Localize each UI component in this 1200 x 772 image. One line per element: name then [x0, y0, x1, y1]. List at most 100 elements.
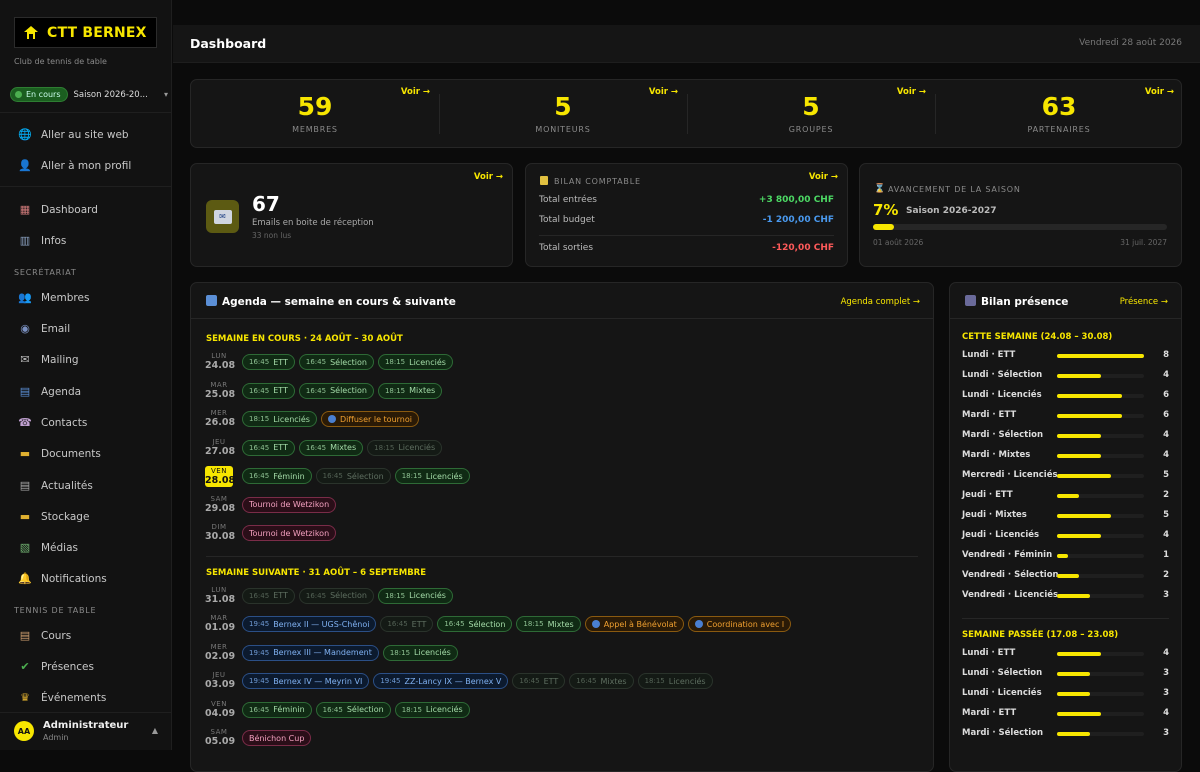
agenda-event-chip[interactable]: Appel à Bénévolat — [584, 616, 684, 632]
day-name: MAR — [210, 614, 228, 622]
day-date: 31.08 — [205, 593, 236, 605]
agenda-event-chip[interactable]: 16:45 Sélection — [437, 616, 513, 632]
sidebar-item-dashboard[interactable]: ▦ Dashboard — [0, 194, 172, 225]
day-name: SAM — [210, 494, 228, 503]
sidebar-item-notifications[interactable]: 🔔 Notifications — [0, 563, 172, 594]
sidebar-item-label: Aller à mon profil — [41, 159, 132, 172]
sidebar-item-membres[interactable]: 👥 Membres — [0, 282, 172, 313]
stat-label: PARTENAIRES — [1027, 125, 1091, 134]
event-label: ETT — [273, 591, 288, 600]
agenda-event-chip[interactable]: 16:45 Sélection — [298, 587, 374, 604]
presence-link[interactable]: Présence → — [1120, 297, 1168, 307]
agenda-event-chip[interactable]: 16:45 ETT — [242, 439, 295, 456]
agenda-event-chip[interactable]: Tournoi de Wetzikon — [242, 525, 337, 541]
agenda-event-chip[interactable]: 16:45 ETT — [242, 382, 295, 399]
stat-view-link[interactable]: Voir → — [649, 87, 678, 97]
agenda-event-chip[interactable]: 16:45 Féminin — [242, 468, 312, 484]
bell-icon: 🔔 — [18, 572, 32, 585]
agenda-event-chip[interactable]: 18:15 Licenciés — [637, 673, 713, 689]
agenda-event-chip[interactable]: 19:45 Bernex II — UGS-Chênoi — [242, 616, 377, 632]
agenda-event-chip[interactable]: 16:45 ETT — [380, 616, 434, 632]
sidebar-item-stockage[interactable]: ▬ Stockage — [0, 501, 172, 532]
sidebar-item-medias[interactable]: ▧ Médias — [0, 532, 172, 563]
sidebar-item-contacts[interactable]: ☎ Contacts — [0, 407, 172, 438]
stat-view-link[interactable]: Voir → — [897, 87, 926, 97]
sidebar-item-agenda[interactable]: ▤ Agenda — [0, 376, 172, 407]
presence-row: Vendredi · Sélection 2 — [962, 570, 1169, 584]
agenda-event-chip[interactable]: 16:45 Mixtes — [298, 439, 364, 456]
presence-count: 4 — [1163, 370, 1169, 380]
agenda-event-chip[interactable]: 19:45 Bernex IV — Meyrin VI — [242, 673, 370, 689]
agenda-event-chip[interactable]: 19:45 Bernex III — Mandement — [242, 644, 379, 661]
presence-row: Mercredi · Licenciés 5 — [962, 470, 1169, 484]
progress-percent: 7% — [873, 201, 899, 219]
sidebar-item-presences[interactable]: ✔ Présences — [0, 651, 172, 682]
event-time: 19:45 — [249, 677, 270, 685]
agenda-event-chip[interactable]: 19:45 ZZ-Lancy IX — Bernex V — [373, 673, 509, 689]
agenda-event-chip[interactable]: Coordination avec l — [687, 616, 792, 632]
clipboard-icon: ▤ — [19, 629, 31, 642]
agenda-event-chip[interactable]: 18:15 Licenciés — [377, 587, 453, 604]
sidebar-item-cours[interactable]: ▤ Cours — [0, 620, 172, 651]
agenda-event-chip[interactable]: 16:45 Mixtes — [569, 673, 634, 689]
agenda-event-chip[interactable]: Tournoi de Wetzikon — [242, 496, 337, 513]
presence-row-label: Mardi · Sélection — [962, 430, 1044, 440]
agenda-day-events: 16:45 Féminin 16:45 Sélection 18:15 Licenciés — [242, 468, 470, 484]
accounting-view-link[interactable]: Voir → — [809, 172, 838, 182]
agenda-event-chip[interactable]: 16:45 ETT — [512, 673, 566, 689]
stat-view-link[interactable]: Voir → — [1145, 87, 1174, 97]
sidebar-item-mailing[interactable]: ✉ Mailing — [0, 344, 172, 375]
agenda-event-chip[interactable]: 16:45 Sélection — [298, 382, 374, 399]
agenda-event-chip[interactable]: 16:45 Sélection — [315, 701, 391, 718]
user-menu[interactable]: AA Administrateur Admin ▲ — [0, 712, 172, 750]
presence-count: 3 — [1163, 668, 1169, 678]
sidebar-item-email[interactable]: ◉ Email — [0, 313, 172, 344]
agenda-event-chip[interactable]: 18:15 Licenciés — [367, 439, 443, 456]
sidebar-item-infos[interactable]: ▥ Infos — [0, 225, 172, 256]
sidebar-item-evenements[interactable]: ♛ Événements — [0, 682, 172, 713]
agenda-event-chip[interactable]: 18:15 Licenciés — [394, 701, 470, 718]
agenda-event-chip[interactable]: 18:15 Mixtes — [377, 382, 443, 399]
agenda-event-chip[interactable]: 16:45 Féminin — [242, 701, 312, 718]
sidebar-item-aller-a-mon-profil[interactable]: 👤 Aller à mon profil — [0, 150, 172, 181]
stat-view-link[interactable]: Voir → — [401, 87, 430, 97]
presence-count: 3 — [1163, 590, 1169, 600]
sidebar-item-actualites[interactable]: ▤ Actualités — [0, 470, 172, 501]
agenda-event-chip[interactable]: 16:45 ETT — [242, 354, 295, 370]
agenda-event-chip[interactable]: Bénichon Cup — [242, 730, 312, 746]
agenda-event-chip[interactable]: 18:15 Licenciés — [382, 644, 458, 661]
sidebar-item-documents[interactable]: ▬ Documents — [0, 438, 172, 469]
agenda-event-chip[interactable]: 16:45 ETT — [242, 587, 295, 604]
presence-bar — [1057, 394, 1144, 398]
presence-row: Lundi · ETT 4 — [962, 648, 1169, 662]
agenda-event-chip[interactable]: 18:15 Licenciés — [377, 354, 453, 370]
agenda-event-chip[interactable]: Diffuser le tournoi — [320, 411, 419, 427]
event-time: 16:45 — [249, 472, 270, 480]
agenda-event-chip[interactable]: 16:45 Sélection — [298, 354, 374, 370]
season-label: Saison 2026-20... — [73, 89, 148, 100]
sidebar-item-label: Stockage — [41, 510, 90, 523]
event-time: 16:45 — [322, 472, 343, 480]
agenda-event-chip[interactable]: 16:45 Sélection — [315, 468, 391, 484]
accounting-card: BILAN COMPTABLE Voir → Total entrées +3 8… — [525, 163, 848, 267]
brand-logo[interactable]: CTT BERNEX — [14, 17, 157, 48]
event-label: Sélection — [468, 619, 506, 629]
agenda-event-chip[interactable]: 18:15 Mixtes — [516, 616, 581, 632]
email-view-link[interactable]: Voir → — [474, 172, 503, 182]
season-selector[interactable]: En cours Saison 2026-20... ▾ — [10, 86, 168, 103]
agenda-event-chip[interactable]: 18:15 Licenciés — [242, 411, 317, 427]
agenda-event-chip[interactable]: 18:15 Licenciés — [394, 468, 470, 484]
agenda-full-link[interactable]: Agenda complet → — [841, 297, 920, 307]
agenda-day-events: 16:45 Féminin 16:45 Sélection 18:15 Licenciés — [242, 701, 470, 718]
event-time: 19:45 — [249, 620, 270, 628]
status-dot-icon — [15, 91, 22, 98]
agenda-day-events: 19:45 Bernex IV — Meyrin VI 19:45 ZZ-Lancy … — [242, 673, 713, 689]
divider — [206, 555, 918, 557]
stat-partenaires: 63 PARTENAIRES Voir → — [935, 80, 1183, 147]
event-label: Tournoi de Wetzikon — [249, 528, 330, 538]
sidebar-item-aller-au-site-web[interactable]: 🌐 Aller au site web — [0, 119, 172, 150]
presence-row-label: Lundi · Sélection — [962, 370, 1043, 380]
accounting-row-value: -120,00 CHF — [772, 243, 834, 253]
email-unread: 33 non lus — [252, 231, 292, 240]
day-date: 28.08 — [205, 475, 236, 486]
